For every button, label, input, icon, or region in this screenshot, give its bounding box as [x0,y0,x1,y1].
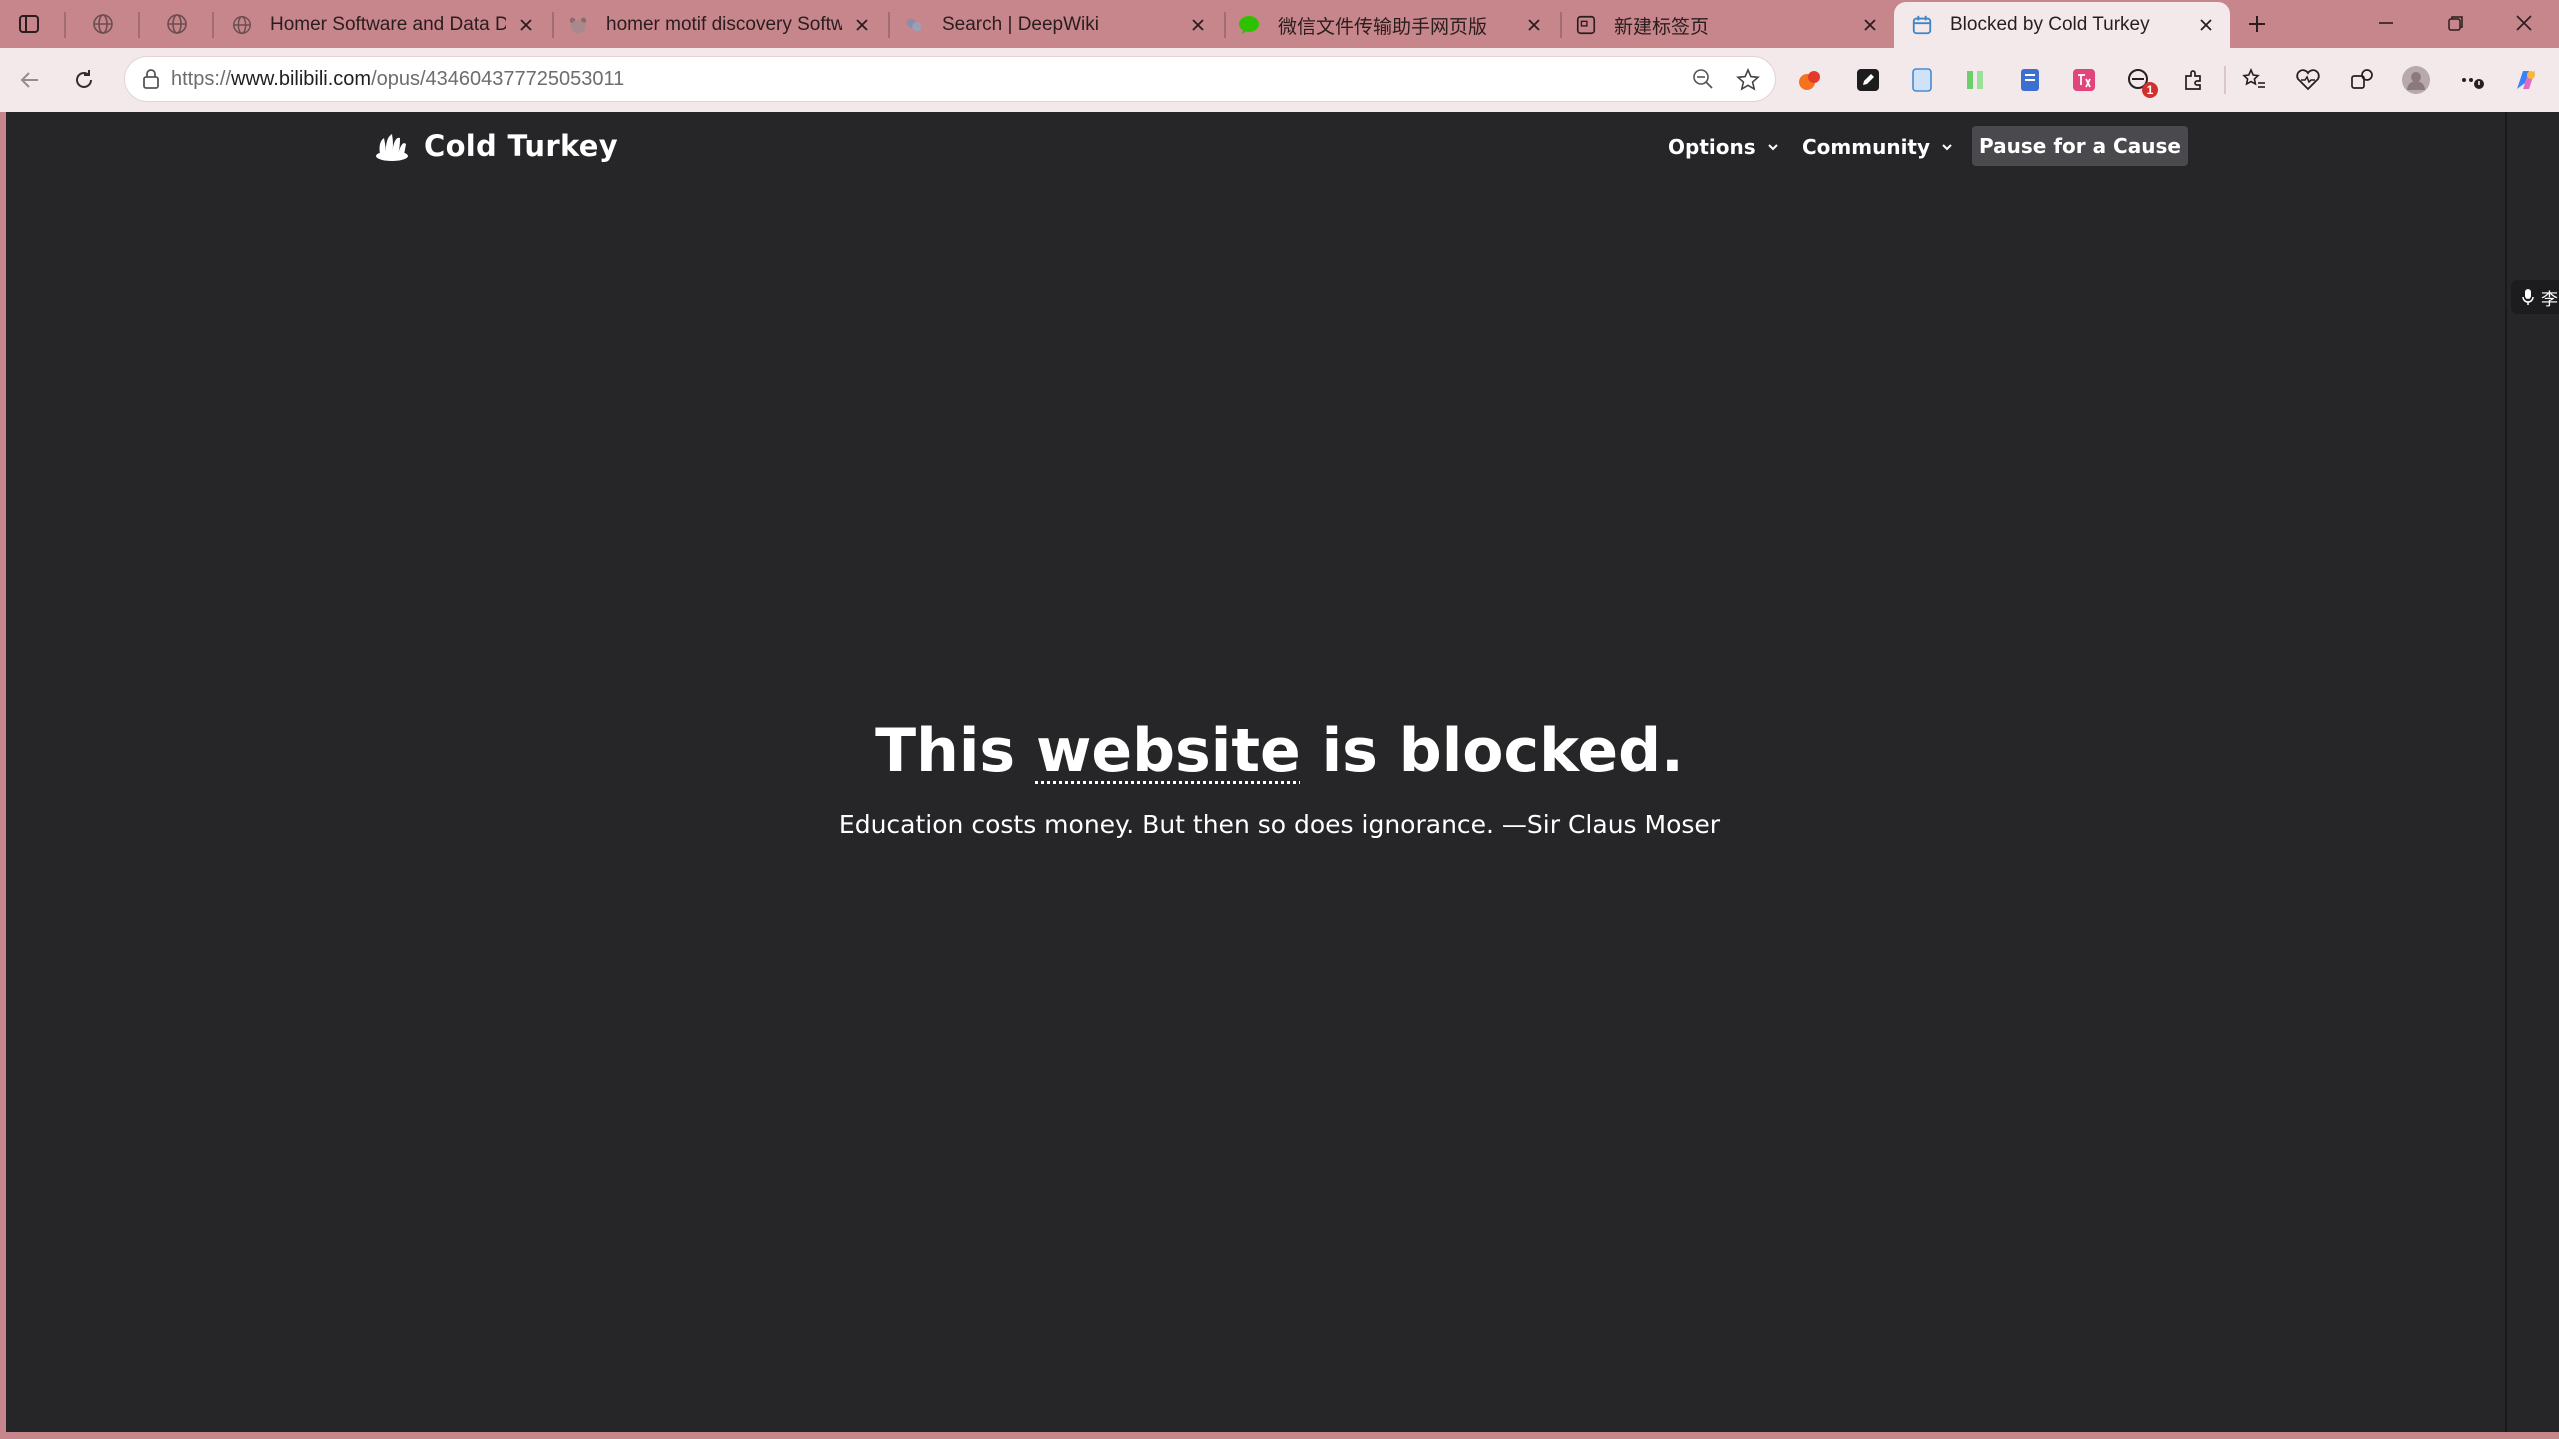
blocked-page: Cold Turkey Options Community Pause for … [6,112,2505,1432]
tab-cold-turkey[interactable]: Blocked by Cold Turkey [1894,2,2230,48]
side-badge-text: 李 [2541,289,2558,309]
tab-new-tab[interactable]: 新建标签页 [1558,4,1894,46]
options-menu[interactable]: Options [1668,130,1780,164]
deepwiki-icon [902,13,926,37]
reload-icon[interactable] [64,60,104,100]
tab-title: Search | DeepWiki [942,14,1099,35]
brand[interactable]: Cold Turkey [372,124,618,168]
address-bar[interactable]: https://www.bilibili.com/opus/4346043777… [124,56,1776,102]
window-bottom-border [0,1432,2559,1439]
extension-translate-icon[interactable] [2068,64,2100,96]
tab-wechat[interactable]: 微信文件传输助手网页版 [1222,4,1558,46]
collections-icon[interactable] [2346,64,2378,96]
extension-bars-icon[interactable] [1960,64,1992,96]
close-tab-icon[interactable] [1186,13,1210,37]
extension-orange-icon[interactable] [1794,64,1826,96]
options-label: Options [1668,135,1756,159]
close-tab-icon[interactable] [1522,13,1546,37]
newtab-icon [1574,13,1598,37]
minimize-icon[interactable] [2352,0,2420,46]
url-text[interactable]: https://www.bilibili.com/opus/4346043777… [171,57,624,101]
chevron-down-icon [1942,144,1952,151]
restore-icon[interactable] [2422,0,2490,46]
close-tab-icon[interactable] [850,13,874,37]
community-label: Community [1802,135,1931,159]
pause-for-a-cause-button[interactable]: Pause for a Cause [1972,126,2188,166]
workspace-globe-icon[interactable] [82,6,124,42]
close-tab-icon[interactable] [514,13,538,37]
settings-more-icon[interactable] [2456,64,2488,96]
tab-homer-download[interactable]: Homer Software and Data Download [214,4,550,46]
quote-text: Education costs money. But then so does … [838,810,1721,839]
browser-toolbar: https://www.bilibili.com/opus/4346043777… [0,48,2559,112]
tab-actions-icon[interactable] [8,6,50,42]
calendar-icon [1910,13,1934,37]
chevron-down-icon [1767,144,1778,151]
wechat-icon [1238,13,1262,37]
tab-homer-motif[interactable]: homer motif discovery Software [550,4,886,46]
new-tab-plus-icon[interactable] [2236,6,2278,42]
close-tab-icon[interactable] [2194,13,2218,37]
tab-strip: Homer Software and Data Download homer m… [0,0,2559,48]
profile-avatar[interactable] [2400,64,2432,96]
globe-icon [230,13,254,37]
headline-suffix: is blocked. [1321,716,1684,786]
favorite-star-icon[interactable] [1735,67,1761,93]
input-method-badge[interactable]: 李 [2511,280,2559,314]
close-tab-icon[interactable] [1858,13,1882,37]
side-panel-strip: 李 [2505,112,2559,1432]
headline-website-link[interactable]: website [1036,716,1301,786]
brand-name: Cold Turkey [424,129,618,163]
bear-icon [566,13,590,37]
headline-prefix: This [875,716,1016,786]
tab-title: 新建标签页 [1614,16,1710,38]
microphone-icon [2522,289,2534,305]
favorites-list-icon[interactable] [2238,64,2270,96]
blocked-headline: This website is blocked. [6,716,2505,786]
extension-chat-icon[interactable]: 1 [2122,64,2158,98]
extension-doc-icon[interactable] [1906,64,1938,96]
browser-essentials-heart-icon[interactable] [2292,64,2324,96]
extension-edit-icon[interactable] [1852,64,1884,96]
pinned-globe-icon[interactable] [156,6,198,42]
community-menu[interactable]: Community [1802,130,1954,164]
tab-title: 微信文件传输助手网页版 [1278,16,1488,38]
tab-title: Blocked by Cold Turkey [1950,14,2150,35]
site-info-lock-icon[interactable] [139,67,163,91]
tab-title: Homer Software and Data Download [270,14,506,35]
extension-book-icon[interactable] [2014,64,2046,96]
close-window-icon[interactable] [2490,0,2558,46]
extensions-puzzle-icon[interactable] [2178,64,2210,96]
cold-turkey-logo-icon [376,134,408,161]
zoom-out-icon[interactable] [1691,67,1715,91]
tab-deepwiki[interactable]: Search | DeepWiki [886,4,1222,46]
tab-title: homer motif discovery Software [606,14,842,35]
notification-badge: 1 [2142,82,2158,98]
copilot-icon[interactable] [2510,64,2542,96]
back-arrow-icon[interactable] [10,60,50,100]
